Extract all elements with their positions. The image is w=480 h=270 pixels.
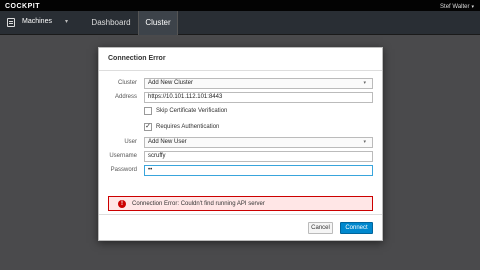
machines-menu[interactable]: Machines ▾ bbox=[0, 11, 72, 35]
error-icon: ! bbox=[118, 200, 126, 208]
cluster-label: Cluster bbox=[117, 80, 137, 86]
check-icon[interactable]: ✓ bbox=[144, 123, 152, 131]
cancel-button[interactable]: Cancel bbox=[308, 222, 333, 234]
username-input-value: scruffy bbox=[148, 153, 166, 159]
password-input-value: •• bbox=[148, 167, 153, 173]
chevron-down-icon: ▾ bbox=[363, 80, 366, 86]
brand-name: COCKPIT bbox=[5, 3, 40, 10]
password-label: Password bbox=[110, 167, 137, 173]
connection-error-dialog: Connection Error Cluster Add New Cluster… bbox=[98, 47, 383, 241]
tab-cluster[interactable]: Cluster bbox=[138, 11, 178, 35]
address-input-value: https://10.101.112.101:8443 bbox=[148, 94, 223, 100]
machines-label: Machines bbox=[22, 18, 52, 25]
dialog-footer: Cancel Connect bbox=[99, 214, 382, 242]
username-input[interactable]: scruffy bbox=[144, 151, 373, 162]
error-message: Connection Error: Couldn't find running … bbox=[132, 201, 265, 207]
address-input[interactable]: https://10.101.112.101:8443 bbox=[144, 92, 373, 103]
navigation-bar: Machines ▾ Dashboard Cluster bbox=[0, 11, 480, 35]
dialog-header: Connection Error bbox=[99, 48, 382, 71]
user-label: User bbox=[124, 139, 137, 145]
chevron-down-icon: ▾ bbox=[65, 19, 69, 25]
user-select[interactable]: Add New User ▾ bbox=[144, 137, 373, 148]
cluster-select-value: Add New Cluster bbox=[148, 80, 194, 86]
checkbox-box[interactable] bbox=[144, 107, 152, 115]
skip-verification-label: Skip Certificate Verification bbox=[156, 108, 228, 114]
connect-button[interactable]: Connect bbox=[340, 222, 373, 234]
tab-dashboard[interactable]: Dashboard bbox=[83, 11, 139, 35]
username-label: Username bbox=[109, 153, 137, 159]
error-alert: ! Connection Error: Couldn't find runnin… bbox=[108, 196, 373, 211]
caret-down-icon: ▾ bbox=[471, 4, 474, 10]
cluster-select[interactable]: Add New Cluster ▾ bbox=[144, 78, 373, 89]
address-label: Address bbox=[114, 94, 137, 100]
user-name: Stef Walter bbox=[440, 4, 470, 10]
password-input[interactable]: •• bbox=[144, 165, 373, 176]
dialog-title: Connection Error bbox=[108, 55, 166, 62]
chevron-down-icon: ▾ bbox=[363, 139, 366, 145]
server-icon bbox=[7, 18, 15, 27]
user-select-value: Add New User bbox=[148, 139, 187, 145]
user-menu[interactable]: Stef Walter ▾ bbox=[440, 4, 474, 10]
requires-auth-label: Requires Authentication bbox=[156, 124, 220, 130]
